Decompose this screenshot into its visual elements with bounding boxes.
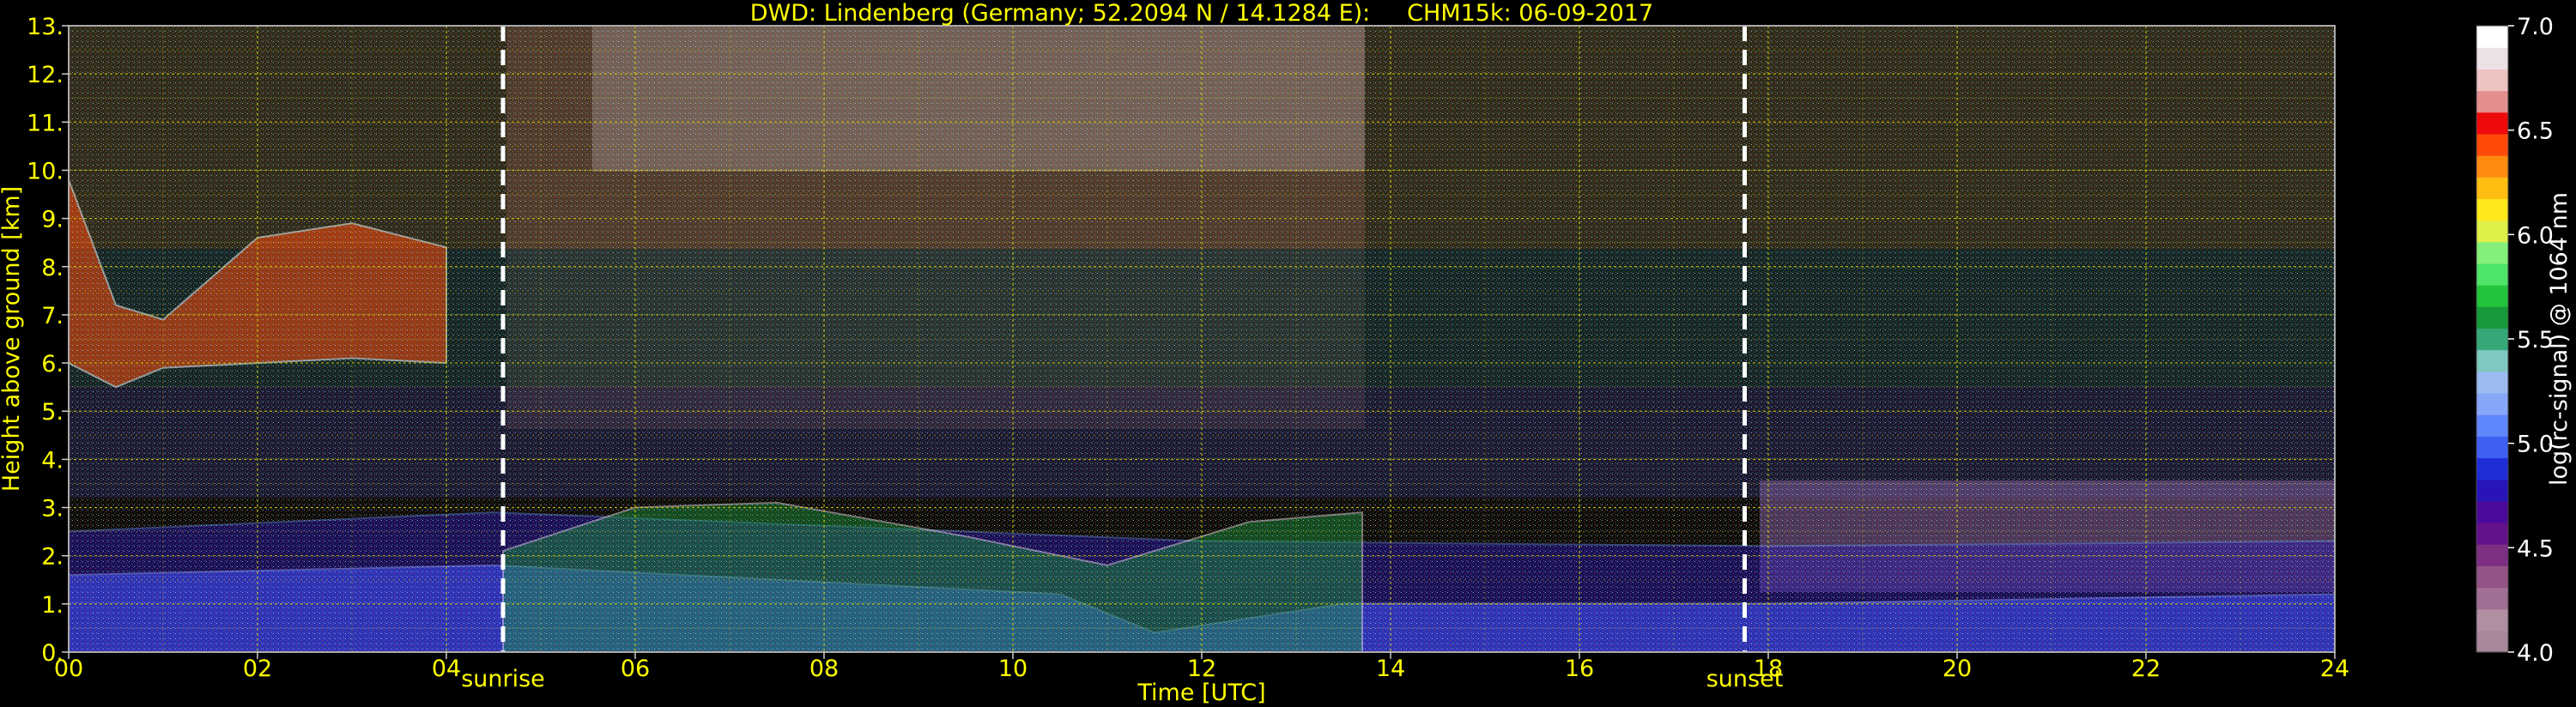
y-tick-label: 6.: [41, 351, 64, 378]
colorbar-segment: [2476, 522, 2508, 545]
colorbar-segment: [2476, 177, 2508, 199]
colorbar-tick-label: 7.0: [2517, 14, 2554, 40]
event-label-sunrise: sunrise: [461, 666, 545, 692]
colorbar-segment: [2476, 500, 2508, 523]
colorbar-segment: [2476, 112, 2508, 135]
x-tick-label: 24: [2320, 656, 2349, 682]
x-tick-label: 20: [1943, 656, 1972, 682]
chart-title: DWD: Lindenberg (Germany; 52.2094 N / 14…: [750, 0, 1653, 27]
colorbar-segment: [2476, 263, 2508, 286]
colorbar-segment: [2476, 565, 2508, 589]
lidar-chart: sunrise sunset 00 02 04 06 08 10 12 14 16 18 20 22 24…: [0, 0, 2573, 706]
x-tick-label: 14: [1376, 656, 1405, 682]
colorbar-segment: [2476, 328, 2508, 351]
colorbar-segment: [2476, 47, 2508, 69]
colorbar-segment: [2476, 479, 2508, 502]
x-tick-label: 08: [809, 656, 839, 682]
colorbar-segment: [2476, 285, 2508, 307]
x-tick-label: 22: [2131, 656, 2161, 682]
x-tick-label: 06: [621, 656, 650, 682]
y-tick-labels: 0. 1. 2. 3. 4. 5. 6. 7. 8. 9. 10. 11. 12. 13.: [27, 14, 69, 667]
colorbar-segment: [2476, 392, 2508, 415]
colorbar-segment: [2476, 414, 2508, 437]
y-tick-label: 4.: [41, 447, 64, 474]
x-tick-label: 02: [243, 656, 272, 682]
x-tick-label: 18: [1754, 656, 1783, 682]
y-tick-label: 7.: [41, 303, 64, 329]
colorbar-segment: [2476, 371, 2508, 394]
colorbar-tick-label: 6.5: [2517, 118, 2554, 145]
colorbar-segment: [2476, 220, 2508, 243]
y-tick-label: 8.: [41, 255, 64, 281]
colorbar-label: log(rc-signal) @ 1064 nm: [2546, 192, 2573, 486]
colorbar: 4.04.55.05.56.06.57.0: [2476, 14, 2554, 667]
y-tick-label: 9.: [41, 207, 64, 233]
colorbar-tick-label: 4.0: [2517, 640, 2554, 667]
colorbar-segment: [2476, 90, 2508, 113]
y-tick-label: 11.: [27, 110, 64, 136]
colorbar-segment: [2476, 241, 2508, 264]
colorbar-segment: [2476, 26, 2508, 48]
x-tick-label: 16: [1565, 656, 1594, 682]
colorbar-segment: [2476, 544, 2508, 566]
y-tick-label: 1.: [41, 592, 64, 619]
y-axis-label: Height above ground [km]: [0, 186, 25, 492]
colorbar-segment: [2476, 198, 2508, 221]
x-tick-label: 10: [998, 656, 1027, 682]
colorbar-segment: [2476, 349, 2508, 372]
colorbar-segment: [2476, 457, 2508, 480]
y-tick-label: 5.: [41, 399, 64, 426]
colorbar-tick-label: 4.5: [2517, 535, 2554, 562]
y-tick-label: 3.: [41, 496, 64, 523]
x-tick-labels: 00 02 04 06 08 10 12 14 16 18 20 22 24: [54, 652, 2349, 682]
colorbar-segment: [2476, 630, 2508, 653]
colorbar-segment: [2476, 436, 2508, 459]
y-tick-label: 0.: [41, 640, 64, 667]
x-tick-label: 04: [432, 656, 461, 682]
colorbar-segment: [2476, 608, 2508, 631]
colorbar-segment: [2476, 587, 2508, 610]
colorbar-segment: [2476, 69, 2508, 92]
x-tick-label: 12: [1187, 656, 1216, 682]
y-tick-label: 10.: [27, 158, 64, 184]
colorbar-segment: [2476, 306, 2508, 329]
colorbar-segment: [2476, 155, 2508, 178]
y-tick-label: 2.: [41, 544, 64, 571]
x-axis-label: Time [UTC]: [1136, 680, 1265, 706]
y-tick-label: 12.: [27, 62, 64, 88]
y-tick-label: 13.: [27, 14, 64, 40]
colorbar-segment: [2476, 133, 2508, 156]
